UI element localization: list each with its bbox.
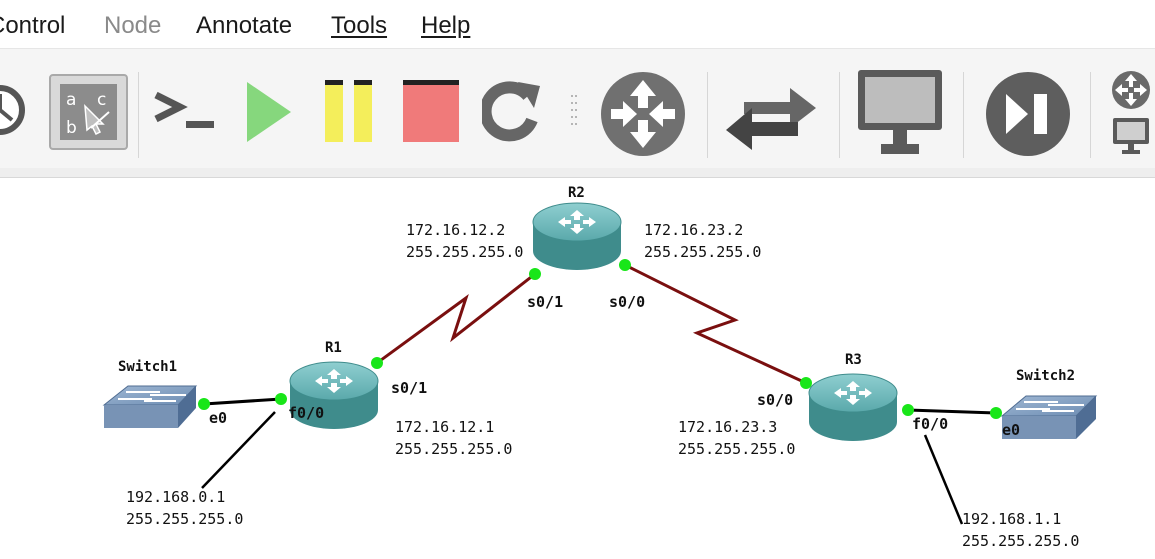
node-label-r1[interactable]: R1	[325, 340, 342, 356]
serial-link-r1-r2[interactable]	[376, 272, 536, 365]
port-label-r1-f00: f0/0	[288, 404, 325, 422]
subnet-mask: 255.255.255.0	[644, 243, 762, 261]
port-label-r3-s00: s0/0	[757, 391, 794, 409]
note-r1-f00-address[interactable]: 192.168.0.1 255.255.255.0	[126, 486, 243, 530]
ip-address: 172.16.12.1	[395, 418, 495, 436]
ip-address: 192.168.1.1	[962, 510, 1062, 528]
port-status-r2-s01	[529, 268, 541, 280]
node-label-r3[interactable]: R3	[845, 352, 862, 368]
port-label-r1-s01: s0/1	[391, 379, 428, 397]
note-r2-s00-address[interactable]: 172.16.23.2 255.255.255.0	[644, 219, 761, 263]
node-label-switch2[interactable]: Switch2	[1016, 368, 1075, 384]
subnet-mask: 255.255.255.0	[962, 532, 1080, 550]
note-r1-s01-address[interactable]: 172.16.12.1 255.255.255.0	[395, 416, 512, 460]
note-pointer-r3	[923, 434, 964, 525]
port-status-r2-s00	[619, 259, 631, 271]
port-label-r2-s01: s0/1	[527, 293, 564, 311]
port-status-r3-s00	[800, 377, 812, 389]
note-r3-s00-address[interactable]: 172.16.23.3 255.255.255.0	[678, 416, 795, 460]
ip-address: 172.16.23.3	[678, 418, 778, 436]
port-status-r1-f00	[275, 393, 287, 405]
subnet-mask: 255.255.255.0	[678, 440, 796, 458]
ip-address: 192.168.0.1	[126, 488, 226, 506]
node-label-r2[interactable]: R2	[568, 185, 585, 201]
note-r2-s01-address[interactable]: 172.16.12.2 255.255.255.0	[406, 219, 523, 263]
port-label-sw1-e0: e0	[209, 409, 228, 427]
ethernet-link-r3-sw2[interactable]	[907, 408, 997, 415]
subnet-mask: 255.255.255.0	[395, 440, 513, 458]
port-label-r3-f00: f0/0	[912, 415, 949, 433]
note-r3-f00-address[interactable]: 192.168.1.1 255.255.255.0	[962, 508, 1079, 552]
router-r3[interactable]	[808, 373, 898, 441]
ip-address: 172.16.23.2	[644, 221, 744, 239]
node-label-switch1[interactable]: Switch1	[118, 359, 177, 375]
topology-links	[102, 202, 1098, 525]
router-r2[interactable]	[532, 202, 622, 270]
port-status-r1-s01	[371, 357, 383, 369]
port-label-sw2-e0: e0	[1002, 421, 1021, 439]
serial-link-r2-r3[interactable]	[624, 263, 807, 385]
switch-switch1[interactable]	[102, 385, 198, 428]
ip-address: 172.16.12.2	[406, 221, 506, 239]
subnet-mask: 255.255.255.0	[406, 243, 524, 261]
port-status-sw2-e0	[990, 407, 1002, 419]
ethernet-link-sw1-r1[interactable]	[203, 397, 282, 406]
port-label-r2-s00: s0/0	[609, 293, 646, 311]
subnet-mask: 255.255.255.0	[126, 510, 244, 528]
